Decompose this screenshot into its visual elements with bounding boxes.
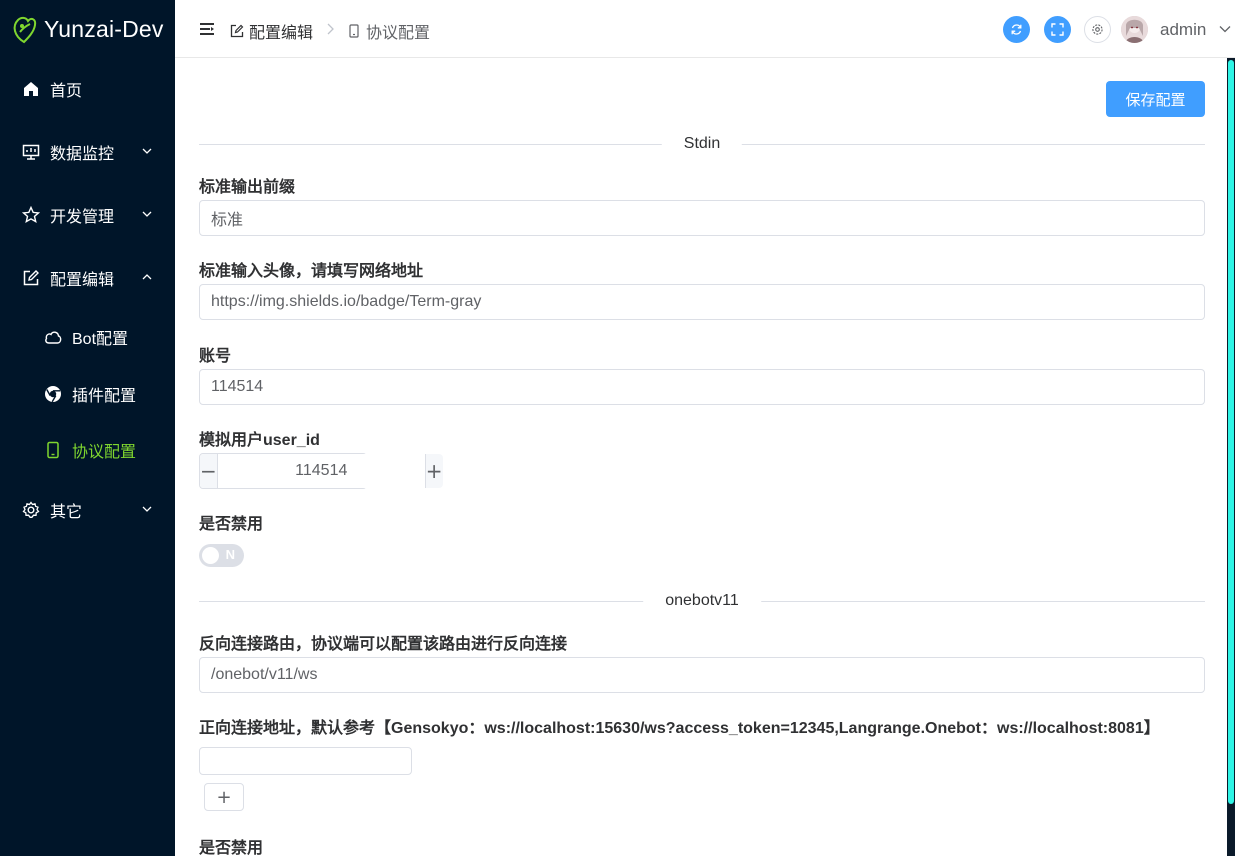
- section-title: onebotv11: [643, 592, 761, 610]
- chevron-up-icon: [142, 274, 152, 280]
- scrollbar-thumb[interactable]: [1228, 60, 1234, 804]
- logo-icon: [13, 16, 37, 44]
- breadcrumb-label: 协议配置: [366, 25, 431, 42]
- sidebar-item-bot-config[interactable]: Bot配置: [0, 317, 175, 357]
- chevron-right-icon: [327, 23, 334, 35]
- chevron-down-icon: [142, 506, 152, 512]
- toggle-state-text: N: [225, 547, 235, 562]
- sidebar-item-label: 首页: [50, 83, 83, 100]
- config-form: 保存配置 Stdin 标准输出前缀 标准输入头像，请填写网络地址 账号 模拟用户…: [175, 58, 1227, 856]
- sidebar-item-label: 协议配置: [72, 444, 137, 461]
- reverse-route-input[interactable]: [199, 657, 1205, 693]
- refresh-icon: [1011, 24, 1022, 35]
- field-label-prefix: 标准输出前缀: [199, 179, 296, 196]
- add-address-button[interactable]: +: [204, 783, 244, 811]
- forward-address-input[interactable]: [199, 747, 412, 775]
- sidebar-item-label: Bot配置: [72, 331, 129, 348]
- avatar-url-input[interactable]: [199, 284, 1205, 320]
- edit-icon: [230, 24, 244, 38]
- username[interactable]: admin: [1160, 20, 1206, 40]
- header: 配置编辑 协议配置 admin: [175, 0, 1235, 58]
- sidebar-item-protocol-config[interactable]: 协议配置: [0, 430, 175, 470]
- chrome-icon: [44, 385, 62, 403]
- monitor-icon: [22, 143, 40, 161]
- sidebar-item-monitor[interactable]: 数据监控: [0, 132, 175, 172]
- sidebar: Yunzai-Dev 首页 数据监控 开发管理 配置编辑 Bot配置 插件配置 …: [0, 0, 175, 856]
- chevron-down-icon[interactable]: [1219, 24, 1231, 34]
- sidebar-item-label: 配置编辑: [50, 272, 115, 289]
- fullscreen-button[interactable]: [1044, 16, 1071, 43]
- app-root: Yunzai-Dev 首页 数据监控 开发管理 配置编辑 Bot配置 插件配置 …: [0, 0, 1235, 856]
- save-config-button[interactable]: 保存配置: [1106, 81, 1205, 117]
- avatar-image: [1121, 16, 1148, 43]
- chevron-down-icon: [142, 148, 152, 154]
- disable-toggle[interactable]: N: [199, 544, 244, 567]
- section-divider-stdin: Stdin: [199, 135, 1205, 153]
- field-label-avatar: 标准输入头像，请填写网络地址: [199, 263, 424, 280]
- field-label-forward: 正向连接地址，默认参考【Gensokyo：ws://localhost:1563…: [199, 720, 1160, 737]
- sidebar-item-label: 插件配置: [72, 388, 137, 405]
- home-icon: [22, 80, 40, 98]
- sidebar-item-label: 开发管理: [50, 209, 115, 226]
- prefix-input[interactable]: [199, 200, 1205, 236]
- fullscreen-icon: [1051, 23, 1064, 36]
- breadcrumb-label: 配置编辑: [249, 25, 314, 42]
- phone-icon: [44, 441, 62, 459]
- toggle-knob: [202, 547, 219, 564]
- account-input[interactable]: [199, 369, 1205, 405]
- chevron-down-icon: [142, 211, 152, 217]
- edit-icon: [22, 269, 40, 287]
- user-id-stepper: − +: [199, 453, 443, 489]
- field-label-account: 账号: [199, 348, 232, 365]
- phone-icon: [349, 24, 359, 38]
- section-divider-onebot: onebotv11: [199, 592, 1205, 610]
- sidebar-item-plugin-config[interactable]: 插件配置: [0, 374, 175, 414]
- menu-toggle-icon[interactable]: [199, 21, 215, 37]
- cloud-icon: [44, 328, 62, 346]
- sidebar-item-other[interactable]: 其它: [0, 490, 175, 530]
- decrement-button[interactable]: −: [200, 454, 218, 488]
- gear-icon: [1092, 24, 1103, 35]
- sidebar-item-home[interactable]: 首页: [0, 69, 175, 109]
- gear-icon: [22, 501, 40, 519]
- field-label-reverse: 反向连接路由，协议端可以配置该路由进行反向连接: [199, 636, 568, 653]
- user-id-input[interactable]: [217, 454, 425, 488]
- sidebar-item-label: 其它: [50, 504, 83, 521]
- increment-button[interactable]: +: [424, 454, 443, 488]
- sidebar-item-label: 数据监控: [50, 146, 115, 163]
- refresh-button[interactable]: [1003, 16, 1030, 43]
- star-icon: [22, 206, 40, 224]
- sidebar-item-config[interactable]: 配置编辑: [0, 258, 175, 298]
- brand[interactable]: Yunzai-Dev: [0, 0, 175, 58]
- settings-button[interactable]: [1084, 16, 1111, 43]
- field-label-user-id: 模拟用户user_id: [199, 432, 320, 449]
- field-label-disable-2: 是否禁用: [199, 840, 264, 856]
- sidebar-item-dev[interactable]: 开发管理: [0, 195, 175, 235]
- section-title: Stdin: [661, 135, 743, 153]
- breadcrumb-item-protocol[interactable]: 协议配置: [347, 19, 430, 43]
- avatar[interactable]: [1121, 16, 1148, 43]
- field-label-disable: 是否禁用: [199, 516, 264, 533]
- brand-name: Yunzai-Dev: [44, 15, 164, 42]
- breadcrumb-item-config[interactable]: 配置编辑: [230, 19, 313, 43]
